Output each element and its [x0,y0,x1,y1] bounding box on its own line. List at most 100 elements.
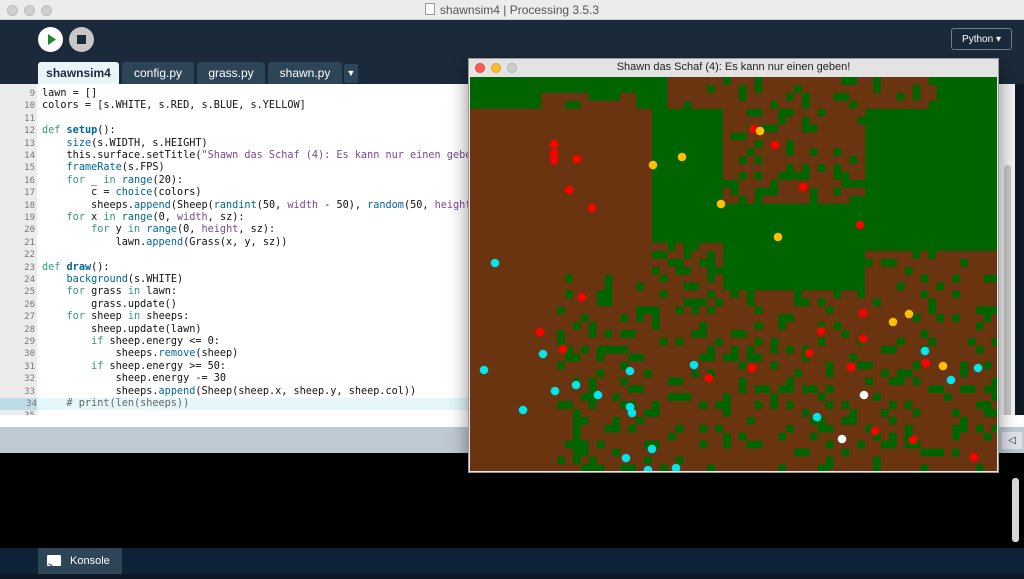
mode-selector[interactable]: Python ▾ [951,28,1012,50]
soil-tile [904,282,913,291]
soil-tile [817,353,826,362]
soil-tile [572,337,581,346]
soil-tile [833,132,842,141]
soil-tile [951,440,961,449]
soil-tile [501,203,510,212]
soil-tile [912,290,921,299]
soil-tile [699,361,708,370]
soil-tile [485,377,494,386]
soil-tile [485,337,494,346]
tab-shawn-py[interactable]: shawn.py [268,62,342,84]
soil-tile [904,329,913,338]
soil-tile [525,250,534,259]
soil-tile [541,337,550,346]
console-scrollbar[interactable] [1012,478,1019,542]
soil-tile [683,290,692,299]
soil-tile [628,290,637,299]
soil-tile [714,345,724,354]
footer-bar: Konsole [0,548,1024,579]
soil-tile [509,306,518,315]
soil-tile [493,250,502,259]
soil-tile [477,195,487,204]
console-tab[interactable]: Konsole [38,548,122,579]
soil-tile [857,77,866,86]
soil-tile [628,432,637,441]
soil-tile [493,116,502,125]
soil-tile [865,345,874,354]
soil-tile [849,148,858,157]
soil-tile [738,321,747,331]
soil-tile [691,456,700,465]
soil-tile [517,179,526,188]
soil-tile [556,235,566,244]
soil-tile [699,242,708,252]
soil-tile [493,314,502,323]
soil-tile [580,266,589,275]
soil-tile [541,314,550,323]
tab-menu-button[interactable]: ▼ [344,64,358,83]
tab-grass-py[interactable]: grass.py [197,62,265,84]
soil-tile [825,140,834,149]
sketch-canvas[interactable] [470,77,997,471]
soil-tile [604,314,613,323]
soil-tile [786,416,795,425]
soil-tile [517,116,526,125]
soil-tile [912,282,921,291]
soil-tile [896,298,905,307]
soil-tile [770,77,779,86]
soil-tile [722,298,731,307]
soil-tile [549,242,558,252]
soil-tile [596,282,605,291]
soil-tile [596,156,605,165]
soil-tile [746,84,755,94]
soil-tile [920,321,929,331]
tab-shawnsim4[interactable]: shawnsim4 [38,62,119,84]
soil-tile [730,156,739,165]
soil-tile [833,464,842,471]
soil-tile [675,416,684,425]
soil-tile [477,282,487,291]
soil-tile [975,329,984,338]
soil-tile [841,314,850,323]
soil-tile [541,369,550,378]
soil-tile [801,377,810,386]
soil-tile [651,385,660,394]
line-number: 14 [24,151,35,161]
soil-tile [635,408,645,417]
run-button[interactable] [38,27,63,52]
soil-tile [541,298,550,307]
soil-tile [707,92,716,101]
collapse-console-button[interactable]: ◁ [1002,432,1022,449]
soil-tile [525,171,534,180]
soil-tile [525,432,534,441]
soil-tile [683,306,692,315]
soil-tile [936,298,945,307]
soil-tile [714,282,724,291]
tab-config-py[interactable]: config.py [122,62,194,84]
sheep-dot [647,444,657,454]
soil-tile [959,464,968,471]
soil-tile [904,385,913,394]
soil-tile [809,456,818,465]
soil-tile [793,440,803,449]
soil-tile [493,108,502,117]
stop-button[interactable] [69,27,94,52]
soil-tile [643,432,652,441]
soil-tile [517,345,526,354]
soil-tile [920,266,929,275]
soil-tile [730,116,739,125]
soil-tile [580,250,589,259]
soil-tile [533,377,542,386]
soil-tile [872,440,882,449]
soil-tile [501,440,510,449]
soil-tile [928,400,937,410]
soil-tile [556,250,566,259]
soil-tile [485,400,494,410]
soil-tile [722,448,731,457]
editor-scrollbar-thumb[interactable] [1004,165,1011,417]
soil-tile [778,84,787,94]
soil-tile [722,424,731,433]
soil-tile [501,369,510,378]
soil-tile [959,306,968,315]
soil-tile [983,337,992,346]
